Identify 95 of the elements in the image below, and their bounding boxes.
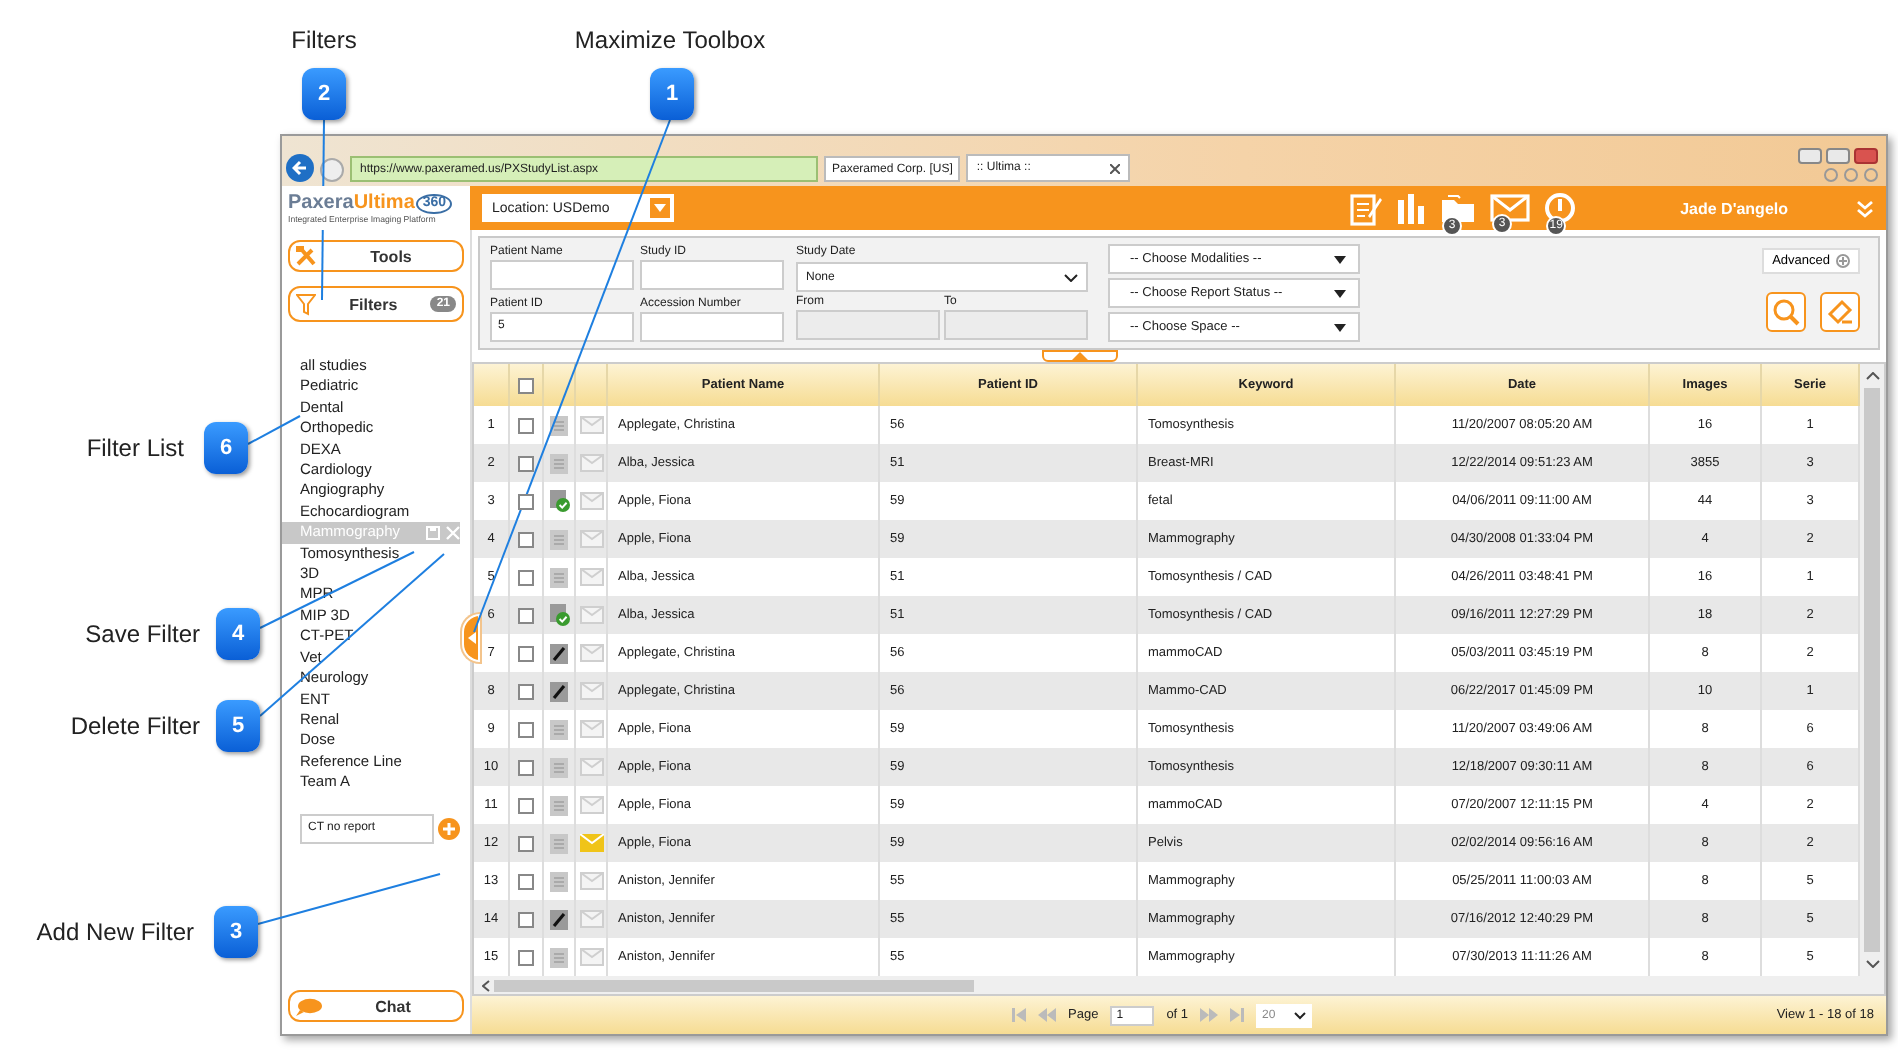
first-page-button[interactable]: [1012, 1008, 1026, 1022]
last-page-icon: [1230, 1008, 1245, 1022]
row-checkbox[interactable]: [518, 569, 534, 585]
callout-number: 6: [204, 422, 248, 474]
close-icon[interactable]: [1110, 163, 1121, 173]
scrollbar-thumb[interactable]: [494, 979, 974, 991]
back-button[interactable]: [286, 154, 314, 182]
caret-icon: [1334, 289, 1346, 297]
search-button[interactable]: [1766, 292, 1806, 332]
row-checkbox[interactable]: [518, 531, 534, 547]
callout-label: Save Filter: [85, 620, 200, 648]
chevron-left-icon[interactable]: [482, 979, 490, 991]
callout-number: 2: [302, 68, 346, 120]
document-icon[interactable]: [550, 795, 568, 815]
minimize-button[interactable]: [1798, 148, 1822, 164]
chevron-down-icon: [1064, 273, 1078, 281]
fast-forward-icon: [1200, 1008, 1219, 1022]
document-pen-icon[interactable]: [550, 681, 568, 701]
save-icon[interactable]: [426, 525, 440, 540]
search-icon: [1772, 298, 1800, 326]
caret-icon: [1334, 323, 1346, 331]
previous-page-button[interactable]: [1038, 1008, 1056, 1022]
document-icon[interactable]: [550, 567, 568, 587]
maximize-toolbox-handle[interactable]: [462, 614, 480, 662]
document-icon[interactable]: [550, 947, 568, 967]
callout-label: Maximize Toolbox: [574, 26, 766, 54]
row-checkbox[interactable]: [518, 759, 534, 775]
tools-icon: [296, 246, 318, 266]
first-page-icon: [1012, 1008, 1026, 1022]
next-page-button[interactable]: [1200, 1008, 1219, 1022]
row-checkbox[interactable]: [518, 949, 534, 965]
callout-label: Filters: [291, 26, 357, 54]
row-checkbox[interactable]: [518, 873, 534, 889]
chat-button[interactable]: Chat: [288, 990, 464, 1022]
close-button[interactable]: [1854, 148, 1878, 164]
row-checkbox[interactable]: [518, 683, 534, 699]
text-field[interactable]: [490, 260, 634, 290]
plus-icon: [442, 821, 456, 836]
row-checkbox[interactable]: [518, 721, 534, 737]
callout-number: 3: [214, 906, 258, 958]
chevron-up-icon[interactable]: [1865, 372, 1879, 380]
row-checkbox[interactable]: [518, 417, 534, 433]
row-checkbox[interactable]: [518, 493, 534, 509]
speech-bubble-icon: [296, 997, 322, 1015]
callout-label: Delete Filter: [70, 712, 200, 740]
document-icon[interactable]: [550, 833, 568, 853]
tools-button[interactable]: Tools: [288, 240, 464, 272]
document-icon[interactable]: [550, 529, 568, 549]
eraser-icon: [1826, 298, 1854, 326]
document-check-icon[interactable]: [549, 490, 569, 512]
last-page-button[interactable]: [1230, 1008, 1245, 1022]
rewind-icon: [1038, 1008, 1056, 1022]
caret-icon: [1334, 255, 1346, 263]
document-pen-icon[interactable]: [550, 909, 568, 929]
folder-icon[interactable]: [1440, 193, 1477, 223]
document-icon[interactable]: [550, 757, 568, 777]
clear-button[interactable]: [1820, 292, 1860, 332]
row-checkbox[interactable]: [518, 455, 534, 471]
double-chevron-icon[interactable]: [1856, 199, 1874, 217]
document-edit-icon[interactable]: [1350, 191, 1383, 225]
horizontal-scrollbar[interactable]: [472, 976, 1886, 996]
text-field[interactable]: [640, 260, 784, 290]
collapse-search-button[interactable]: [1041, 350, 1117, 362]
row-checkbox[interactable]: [518, 607, 534, 623]
callout-number: 1: [650, 68, 694, 120]
maximize-button[interactable]: [1826, 148, 1850, 164]
funnel-icon: [296, 293, 316, 315]
row-checkbox[interactable]: [518, 797, 534, 813]
document-icon[interactable]: [550, 719, 568, 739]
document-pen-icon[interactable]: [550, 643, 568, 663]
document-icon[interactable]: [550, 453, 568, 473]
text-field[interactable]: [640, 311, 784, 341]
callout-label: Filter List: [86, 434, 184, 462]
add-filter-button[interactable]: [438, 817, 460, 840]
row-checkbox[interactable]: [518, 835, 534, 851]
back-arrow-icon: [292, 160, 308, 176]
select-all-checkbox[interactable]: [518, 377, 534, 393]
chevron-down-icon: [1294, 1011, 1307, 1019]
vertical-scrollbar[interactable]: [1860, 364, 1884, 976]
plus-circle-icon: [1836, 254, 1850, 268]
scrollbar-thumb[interactable]: [1864, 388, 1880, 952]
chevron-down-icon[interactable]: [1865, 960, 1879, 968]
row-checkbox[interactable]: [518, 911, 534, 927]
forward-button[interactable]: [320, 158, 344, 182]
document-icon[interactable]: [550, 871, 568, 891]
callout-number: 5: [216, 700, 260, 752]
callout-label: Add New Filter: [36, 918, 194, 946]
document-check-icon[interactable]: [549, 604, 569, 626]
caret-left-icon: [467, 632, 475, 644]
callout-number: 4: [216, 608, 260, 660]
bar-chart-icon[interactable]: [1396, 193, 1427, 223]
delete-icon[interactable]: [446, 525, 460, 540]
row-checkbox[interactable]: [518, 645, 534, 661]
caret-icon: [654, 204, 666, 212]
leader-line: [247, 415, 301, 445]
